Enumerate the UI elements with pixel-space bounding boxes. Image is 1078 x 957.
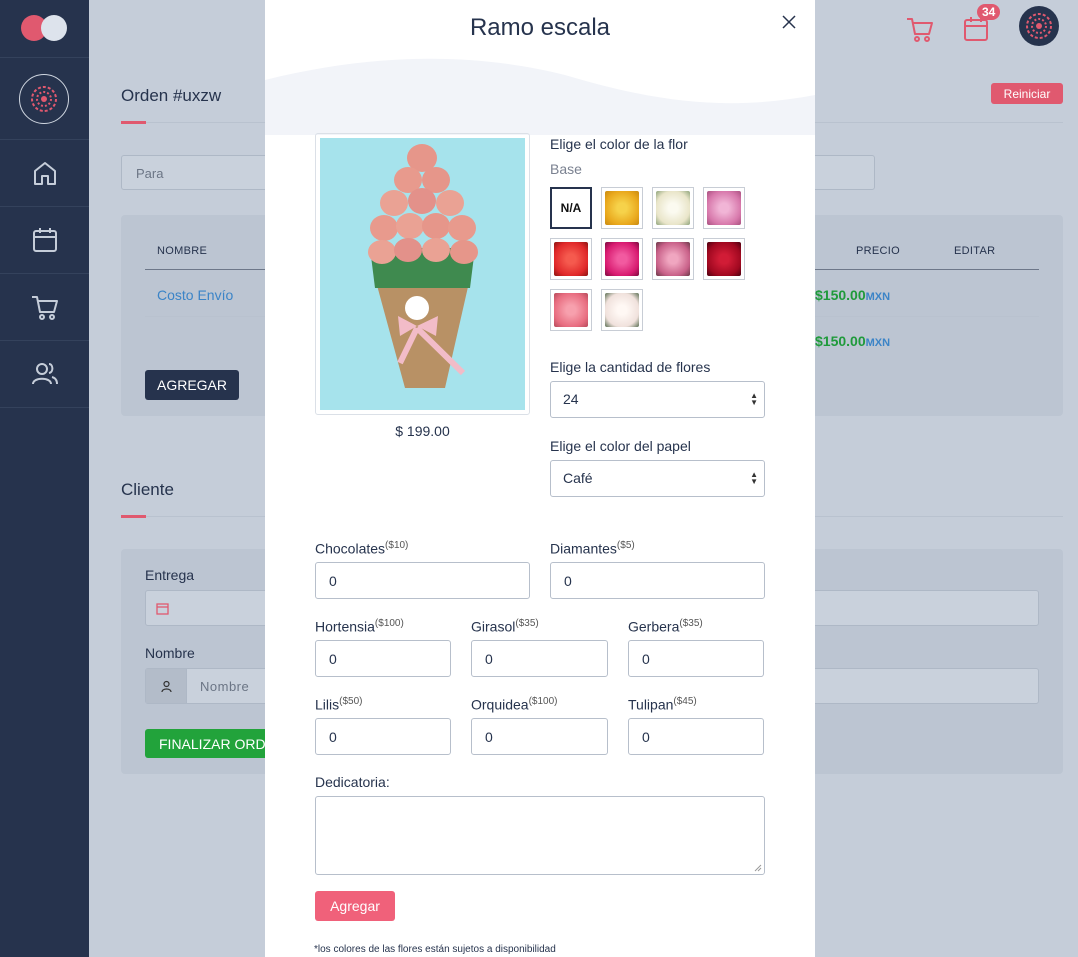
gerbera-label: Gerbera($35) [628,618,703,635]
swatch-pink[interactable] [652,238,694,280]
add-item-button[interactable]: AGREGAR [145,370,239,400]
modal-header-wave [265,58,815,135]
hortensia-input[interactable]: 0 [315,640,451,677]
column-header-editar: EDITAR [954,245,996,257]
swatch-coral-pink[interactable] [550,289,592,331]
paper-label: Elige el color del papel [550,438,691,454]
swatch-burgundy[interactable] [703,238,745,280]
diamantes-input[interactable]: 0 [550,562,765,599]
select-arrows-icon: ▲ ▼ [750,391,758,407]
calendar-badge: 34 [977,4,1001,20]
home-icon [33,162,56,185]
sidebar-item-cart[interactable] [0,274,89,341]
add-to-order-button[interactable]: Agregar [315,891,395,921]
sidebar-item-users[interactable] [0,341,89,408]
swatch-red[interactable] [550,238,592,280]
title-underline [121,121,146,124]
flower-color-label: Elige el color de la flor [550,136,688,152]
availability-note: *los colores de las flores están sujetos… [314,944,556,955]
swatch-cream[interactable] [601,289,643,331]
table-total: $150.00MXN [815,333,891,349]
order-title: Orden #uxzw [121,86,222,105]
lilis-label: Lilis($50) [315,696,363,713]
calendar-icon [32,228,57,252]
base-label: Base [550,161,582,177]
product-modal: Ramo escala $ 199.00 Elige el color de l… [265,0,815,957]
diamantes-label: Diamantes($5) [550,540,635,557]
dedication-label: Dedicatoria: [315,774,390,790]
sidebar-item-home[interactable] [0,140,89,207]
calendar-icon [156,603,169,615]
girasol-input[interactable]: 0 [471,640,608,677]
user-avatar[interactable] [1019,6,1059,46]
column-header-precio: PRECIO [856,245,900,257]
lilis-input[interactable]: 0 [315,718,451,755]
app-logo [0,0,89,58]
mandala-icon [1026,13,1052,39]
nombre-label: Nombre [145,645,195,661]
mandala-icon [19,74,69,124]
column-header-nombre: NOMBRE [157,245,208,257]
qty-label: Elige la cantidad de flores [550,359,711,375]
swatch-lavender[interactable] [703,187,745,229]
title-underline [121,515,146,518]
modal-title: Ramo escala [469,14,611,41]
chocolates-label: Chocolates($10) [315,540,409,557]
qty-select[interactable]: 24 ▲ ▼ [550,381,765,418]
swatch-magenta[interactable] [601,238,643,280]
table-cell-precio: $150.00MXN [815,287,891,303]
tulipan-label: Tulipan($45) [628,696,697,713]
logo-circle-white [41,15,67,41]
girasol-label: Girasol($35) [471,618,539,635]
product-price: $ 199.00 [395,423,450,439]
user-icon [146,669,187,703]
hortensia-label: Hortensia($100) [315,618,404,635]
select-arrows-icon: ▲ ▼ [750,470,758,486]
swatch-white[interactable] [652,187,694,229]
sidebar-profile[interactable] [0,58,89,140]
gerbera-input[interactable]: 0 [628,640,764,677]
reset-button[interactable]: Reiniciar [991,83,1063,104]
swatch-na[interactable]: N/A [550,187,592,229]
dedication-textarea[interactable] [315,796,765,875]
resize-handle-icon[interactable] [754,864,762,872]
client-title: Cliente [121,480,174,499]
users-icon [31,363,58,385]
cart-icon [31,296,58,320]
orquidea-input[interactable]: 0 [471,718,608,755]
entrega-label: Entrega [145,567,195,583]
close-icon[interactable] [780,13,798,31]
finalize-order-button[interactable]: FINALIZAR ORD [145,729,265,758]
paper-select[interactable]: Café ▲ ▼ [550,460,765,497]
sidebar-item-calendar[interactable] [0,207,89,274]
sidebar [0,0,89,957]
orquidea-label: Orquidea($100) [471,696,558,713]
swatch-yellow[interactable] [601,187,643,229]
cart-icon[interactable] [905,14,935,44]
table-cell-costo-envio[interactable]: Costo Envío [157,287,233,303]
chocolates-input[interactable]: 0 [315,562,530,599]
bouquet-image [320,138,525,410]
product-image-frame [315,133,530,415]
tulipan-input[interactable]: 0 [628,718,764,755]
